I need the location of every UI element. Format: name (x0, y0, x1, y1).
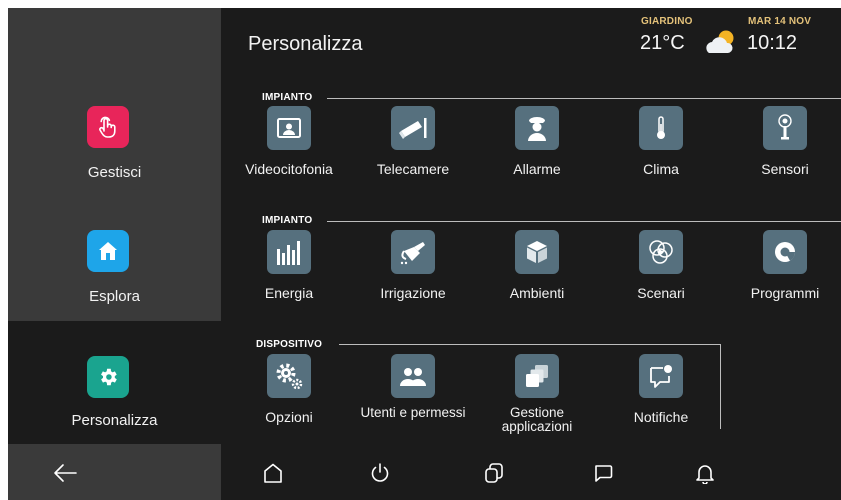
date: MAR 14 NOV (748, 16, 812, 27)
tile-label: Scenari (637, 285, 685, 301)
tile-label: Allarme (513, 161, 561, 177)
clock: 10:12 (747, 32, 798, 54)
apps-stack-icon (515, 354, 559, 398)
thermometer-icon (639, 106, 683, 150)
sidebar-item-label: Esplora (89, 288, 140, 305)
tile-label: Clima (643, 161, 679, 177)
tile-label: Videocitofonia (245, 161, 333, 177)
home-icon (87, 230, 129, 272)
copy-icon[interactable] (469, 445, 519, 500)
tile-ambienti[interactable]: Ambienti (477, 230, 597, 330)
watering-can-icon (391, 230, 435, 274)
guard-icon (515, 106, 559, 150)
users-icon (391, 354, 435, 398)
back-area (8, 445, 221, 500)
gears-icon (267, 354, 311, 398)
tile-irrigazione[interactable]: Irrigazione (353, 230, 473, 330)
tile-utenti-e-permessi[interactable]: Utenti e permessi (353, 354, 473, 454)
program-dial-icon (763, 230, 807, 274)
tile-energia[interactable]: Energia (229, 230, 349, 330)
section-title: IMPIANTO (262, 215, 313, 226)
bottom-nav-bar (8, 445, 841, 500)
power-icon[interactable] (355, 445, 405, 500)
tile-clima[interactable]: Clima (601, 106, 721, 206)
scenario-icon (639, 230, 683, 274)
tile-label: Opzioni (265, 409, 313, 425)
energy-bars-icon (267, 230, 311, 274)
tile-label: Energia (264, 285, 314, 301)
section-divider (327, 98, 841, 99)
tile-videocitofonia[interactable]: Videocitofonia (229, 106, 349, 206)
video-intercom-icon (267, 106, 311, 150)
section-divider (339, 344, 720, 345)
section-divider (327, 221, 841, 222)
temperature: 21°C (640, 32, 685, 54)
gear-icon (87, 356, 129, 398)
tile-telecamere[interactable]: Telecamere (353, 106, 473, 206)
sidebar-item-label: Personalizza (71, 412, 158, 429)
tile-sensori[interactable]: Sensori (725, 106, 841, 206)
tile-allarme[interactable]: Allarme (477, 106, 597, 206)
tile-label: Utenti e permessi (360, 405, 466, 420)
tile-label: Notifiche (633, 409, 689, 425)
app-window: Gestisci Esplora Personalizza Personaliz… (8, 8, 841, 500)
hand-pointer-icon (87, 106, 129, 148)
tile-gestione-applicazioni[interactable]: Gestione applicazioni (477, 354, 597, 454)
section-title: IMPIANTO (262, 92, 313, 103)
sidebar: Gestisci Esplora Personalizza (8, 8, 221, 445)
tile-label: Telecamere (376, 161, 450, 177)
cube-icon (515, 230, 559, 274)
tile-opzioni[interactable]: Opzioni (229, 354, 349, 454)
notification-icon (639, 354, 683, 398)
page-title: Personalizza (248, 33, 363, 55)
tile-scenari[interactable]: Scenari (601, 230, 721, 330)
tile-label: Gestione applicazioni (501, 405, 573, 434)
sidebar-item-personalizza[interactable]: Personalizza (8, 321, 221, 444)
tile-programmi[interactable]: Programmi (725, 230, 841, 330)
weather-location: GIARDINO (641, 16, 693, 27)
home-outline-icon[interactable] (248, 445, 298, 500)
sidebar-item-label: Gestisci (87, 164, 142, 181)
sensor-icon (763, 106, 807, 150)
sidebar-item-esplora[interactable]: Esplora (8, 200, 221, 323)
message-icon[interactable] (578, 445, 628, 500)
back-arrow-icon[interactable] (40, 445, 90, 500)
tile-label: Irrigazione (380, 285, 446, 301)
tile-label: Programmi (750, 285, 820, 301)
camera-icon (391, 106, 435, 150)
bell-icon[interactable] (680, 445, 730, 500)
tile-label: Ambienti (509, 285, 565, 301)
sidebar-item-gestisci[interactable]: Gestisci (8, 76, 221, 199)
tile-notifiche[interactable]: Notifiche (601, 354, 721, 454)
partly-cloudy-icon (704, 28, 740, 61)
tile-label: Sensori (761, 161, 809, 177)
section-title: DISPOSITIVO (256, 339, 323, 350)
